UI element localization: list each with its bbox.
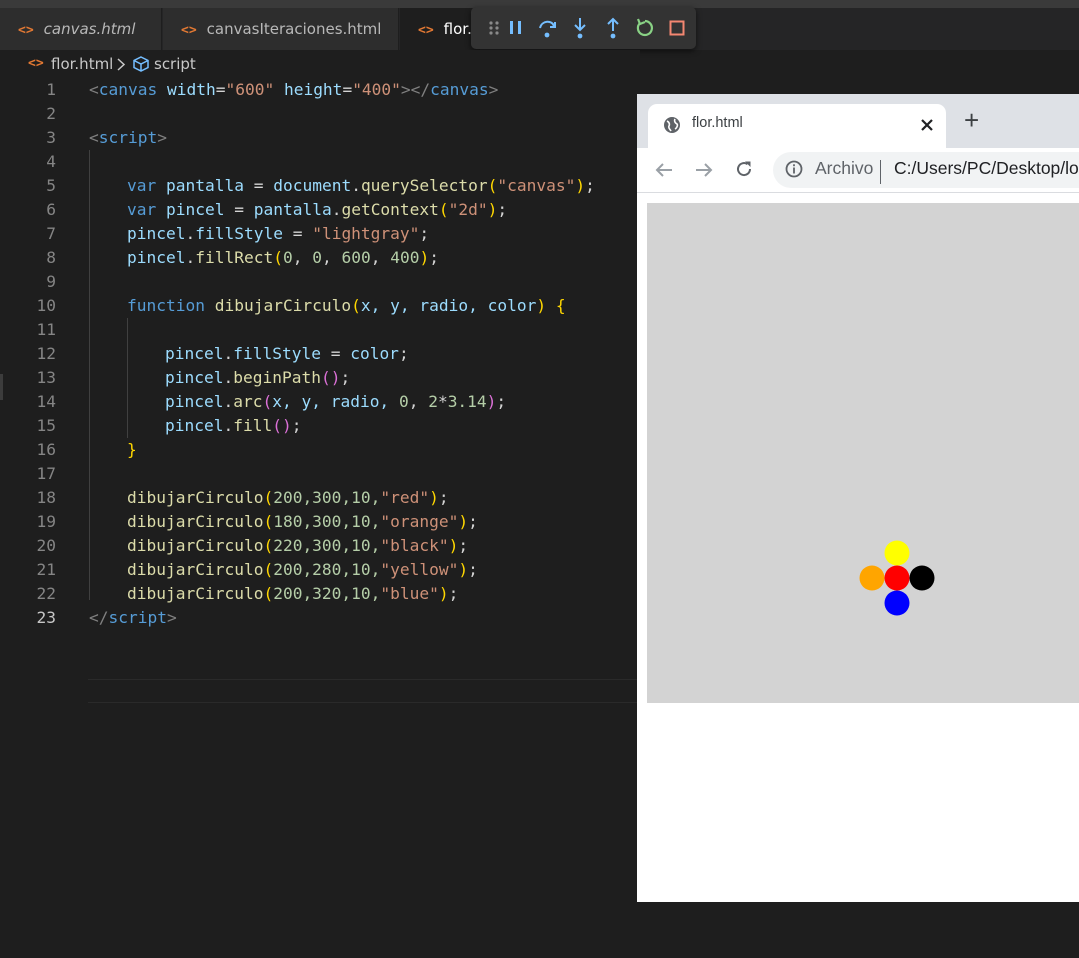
- code-line-18: dibujarCirculo(200,300,10,"red");: [127, 488, 449, 507]
- address-separator: [880, 160, 881, 184]
- html-file-icon: <>: [28, 56, 44, 71]
- line-number: 2: [46, 104, 56, 123]
- code-line-20: dibujarCirculo(220,300,10,"black");: [127, 536, 469, 555]
- current-line-highlight: [88, 679, 640, 703]
- code-line-21: dibujarCirculo(200,280,10,"yellow");: [127, 560, 478, 579]
- code-line-8: pincel.fillRect(0, 0, 600, 400);: [127, 248, 439, 267]
- circle-yellow: [884, 540, 910, 566]
- code-line-6: var pincel = pantalla.getContext("2d");: [127, 200, 508, 219]
- info-icon[interactable]: [785, 160, 803, 178]
- close-icon[interactable]: [920, 118, 934, 132]
- code-line-1: <canvas width="600" height="400"></canva…: [89, 80, 499, 99]
- browser-window: flor.html + Archivo C:/Users/PC/Desktop/…: [637, 94, 1079, 902]
- browser-tab-strip: flor.html +: [637, 94, 1079, 148]
- code-line-7: pincel.fillStyle = "lightgray";: [127, 224, 430, 243]
- circle-blue: [884, 590, 910, 616]
- code-line-14: pincel.arc(x, y, radio, 0, 2*3.14);: [165, 392, 507, 411]
- code-line-12: pincel.fillStyle = color;: [165, 344, 409, 363]
- code-line-5: var pantalla = document.querySelector("c…: [127, 176, 595, 195]
- stop-icon[interactable]: [664, 14, 690, 42]
- forward-arrow-icon[interactable]: [694, 160, 714, 180]
- line-number: 9: [46, 272, 56, 291]
- code-line-19: dibujarCirculo(180,300,10,"orange");: [127, 512, 478, 531]
- circle-black: [909, 565, 935, 591]
- address-info-label: Archivo: [815, 158, 874, 178]
- browser-tab[interactable]: flor.html: [648, 104, 946, 148]
- step-into-icon[interactable]: [567, 14, 593, 42]
- code-line-3: <script>: [89, 128, 167, 147]
- flower-canvas[interactable]: [647, 203, 1079, 703]
- step-over-icon[interactable]: [534, 14, 560, 42]
- new-tab-button[interactable]: +: [964, 106, 979, 134]
- circle-orange: [859, 565, 885, 591]
- line-number: 11: [36, 320, 57, 339]
- globe-icon: [664, 117, 680, 133]
- html-file-icon: <>: [181, 23, 197, 38]
- code-line-16: }: [127, 440, 137, 459]
- html-file-icon: <>: [418, 23, 434, 38]
- tab-flor-html[interactable]: <> flor.h: [400, 8, 480, 50]
- cube-symbol-icon: [133, 56, 149, 72]
- code-editor[interactable]: 1 2 3 4 5 6 7 8 9 10 11 12 13 14 15 16 1…: [0, 78, 640, 958]
- code-line-22: dibujarCirculo(200,320,10,"blue");: [127, 584, 459, 603]
- circle-red: [884, 565, 910, 591]
- restart-icon[interactable]: [632, 14, 658, 42]
- breadcrumb: <> flor.html script: [0, 50, 640, 78]
- chevron-right-icon: [117, 58, 126, 71]
- code-line-15: pincel.fill();: [165, 416, 302, 435]
- code-line-13: pincel.beginPath();: [165, 368, 351, 387]
- breadcrumb-file[interactable]: flor.html: [51, 50, 113, 78]
- debug-toolbar: [471, 7, 696, 49]
- step-out-icon[interactable]: [600, 14, 626, 42]
- back-arrow-icon[interactable]: [654, 160, 674, 180]
- breadcrumb-symbol[interactable]: script: [154, 50, 196, 78]
- pause-icon[interactable]: [503, 14, 529, 42]
- tab-canvas-html[interactable]: <> canvas.html: [0, 8, 162, 50]
- address-url[interactable]: C:/Users/PC/Desktop/lo: [894, 158, 1079, 179]
- tab-canvasiteraciones-html[interactable]: <> canvasIteraciones.html: [163, 8, 399, 50]
- line-number: 4: [46, 152, 56, 171]
- code-line-10: function dibujarCirculo(x, y, radio, col…: [127, 296, 566, 315]
- html-file-icon: <>: [18, 23, 34, 38]
- canvas-background: [647, 203, 1079, 703]
- reload-icon[interactable]: [734, 159, 754, 179]
- browser-tab-title: flor.html: [692, 115, 743, 131]
- line-number: 17: [36, 464, 57, 483]
- code-line-23: </script>: [89, 608, 177, 627]
